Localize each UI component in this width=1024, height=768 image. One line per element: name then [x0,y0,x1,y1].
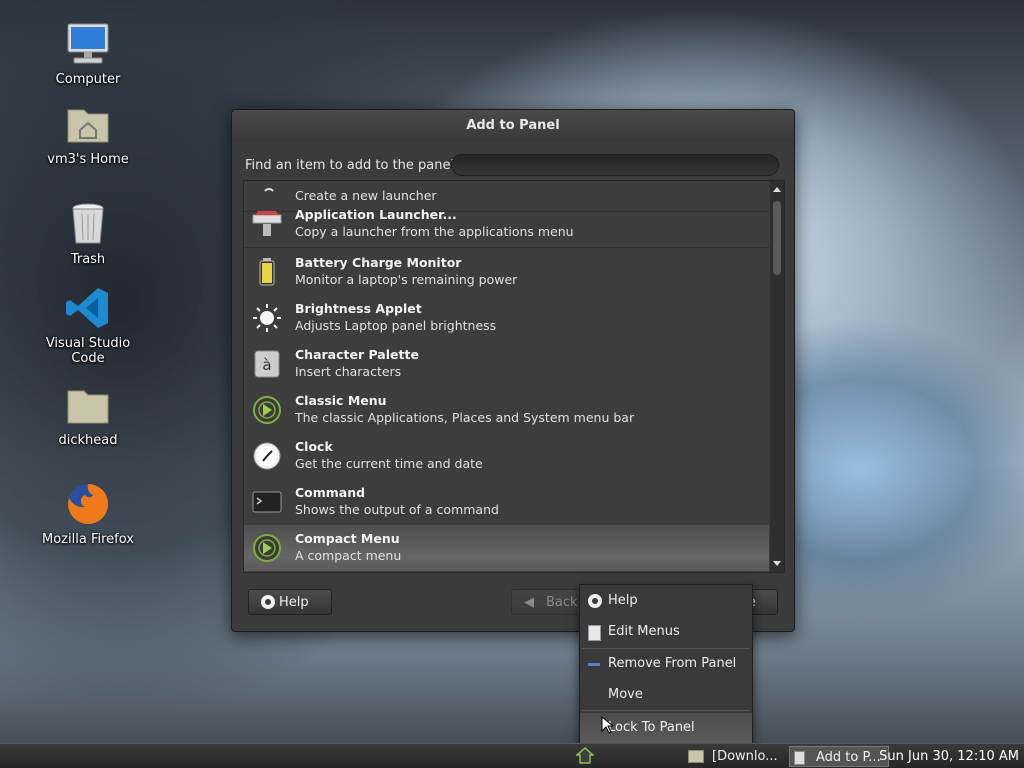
scroll-down-arrow-icon[interactable] [773,561,781,566]
bottom-panel: [Downlo... Add to P... Sun Jun 30, 12:10… [0,743,1024,768]
help-button-label: Help [279,595,309,610]
classic-menu-icon [252,395,282,425]
menu-item-label: Remove From Panel [608,656,737,671]
remove-icon [588,663,600,666]
item-description: Get the current time and date [295,456,483,471]
desktop-icon-label: Mozilla Firefox [42,532,134,547]
desktop-icon-label: vm3's Home [47,152,129,167]
list-item[interactable]: Battery Charge Monitor Monitor a laptop'… [244,249,769,295]
item-description: Insert characters [295,364,402,379]
menu-item-label: Help [608,593,638,608]
task-label: Add to P... [816,750,881,765]
item-name: Command [295,485,366,500]
list-item[interactable]: à Character Palette Insert characters [244,341,769,387]
task-label: [Downlo... [712,749,778,764]
item-name: Brightness Applet [295,301,422,316]
task-downloads[interactable]: [Downlo... [688,746,783,767]
find-label: Find an item to add to the panel: [245,158,459,173]
desktop-icon-label: Computer [55,72,121,87]
menu-item-help[interactable]: Help [580,586,752,616]
vscode-icon [64,284,112,332]
item-description: Adjusts Laptop panel brightness [295,318,497,333]
task-add-to-panel[interactable]: Add to P... [789,746,889,767]
help-icon [588,594,602,608]
dialog-title: Add to Panel [232,110,794,142]
desktop-icon-trash[interactable]: Trash [28,200,148,267]
firefox-icon [64,480,112,528]
desktop-icon-label: Visual Studio Code [45,336,131,366]
find-row: Find an item to add to the panel: [245,154,783,178]
edit-menus-icon [588,625,601,641]
menu-item-move[interactable]: Move [580,680,752,710]
character-palette-icon: à [252,349,282,379]
app-launcher-icon [252,209,282,239]
back-button[interactable]: ◀ Back [511,589,589,615]
svg-text:à: à [262,356,271,374]
back-button-label: Back [546,595,578,610]
list-item[interactable]: Clock Get the current time and date [244,433,769,479]
item-description: Monitor a laptop's remaining power [295,272,518,287]
trash-icon [64,200,112,248]
item-name: Classic Menu [295,393,387,408]
compact-menu-icon [252,533,282,563]
terminal-icon [252,487,282,517]
list-item-selected[interactable]: Compact Menu A compact menu [244,525,769,571]
menu-item-remove-from-panel[interactable]: Remove From Panel [580,649,752,679]
desktop-icon-label: Trash [70,252,106,267]
item-name: Character Palette [295,347,419,362]
list-item[interactable]: Brightness Applet Adjusts Laptop panel b… [244,295,769,341]
home-folder-icon [64,100,112,148]
window-icon [794,751,805,765]
desktop-icon-firefox[interactable]: Mozilla Firefox [28,480,148,547]
desktop-icon-vscode[interactable]: Visual Studio Code [28,284,148,366]
desktop-icon-computer[interactable]: Computer [28,20,148,87]
panel-menu-icon[interactable] [575,747,595,765]
item-description: A compact menu [295,548,402,563]
item-name: Battery Charge Monitor [295,255,462,270]
list-item[interactable]: Classic Menu The classic Applications, P… [244,387,769,433]
item-description: The classic Applications, Places and Sys… [295,410,635,425]
menu-separator [582,710,750,711]
menu-item-edit-menus[interactable]: Edit Menus [580,617,752,647]
item-name: Compact Menu [295,531,400,546]
computer-icon [64,20,112,68]
launcher-icon [252,181,282,203]
menu-item-label: Move [608,687,643,702]
menu-item-label: Lock To Panel [608,720,695,735]
help-button[interactable]: Help [248,589,332,615]
folder-icon [688,750,704,763]
desktop-icon-label: dickhead [58,433,118,448]
desktop-icon-home[interactable]: vm3's Home [28,100,148,167]
item-name: Application Launcher... [295,207,457,222]
clock[interactable]: Sun Jun 30, 12:10 AM [879,744,1019,768]
desktop-icon-folder[interactable]: dickhead [28,381,148,448]
clock-icon [252,441,282,471]
brightness-icon [252,303,282,333]
folder-icon [64,381,112,429]
scroll-up-arrow-icon[interactable] [773,187,781,192]
list-item[interactable]: Command Shows the output of a command [244,479,769,525]
help-icon [261,595,275,609]
battery-icon [252,257,282,287]
arrow-left-icon: ◀ [524,595,534,610]
item-description: Copy a launcher from the applications me… [295,224,574,239]
item-description: Shows the output of a command [295,502,499,517]
add-to-panel-dialog: Add to Panel Find an item to add to the … [231,109,795,632]
list-item[interactable]: Application Launcher... Copy a launcher … [244,201,769,248]
item-name: Clock [295,439,333,454]
scroll-thumb[interactable] [773,201,781,275]
menu-item-label: Edit Menus [608,624,680,639]
search-input[interactable] [451,154,779,176]
list-scrollbar[interactable] [770,181,784,572]
item-list: Create a new launcher Application Launch… [243,180,785,573]
